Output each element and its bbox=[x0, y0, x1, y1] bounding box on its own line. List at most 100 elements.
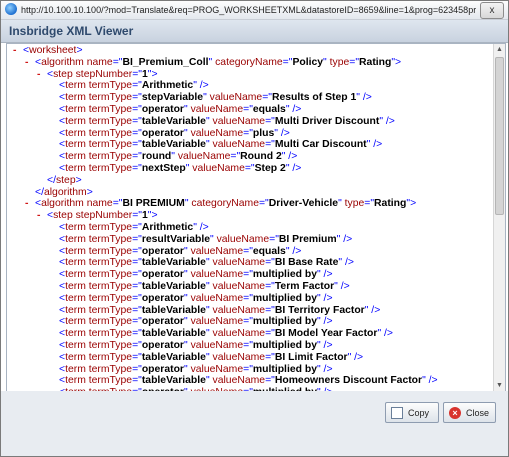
xml-token: round bbox=[141, 151, 172, 163]
xml-token: BI Limit Factor bbox=[274, 351, 348, 363]
xml-token: =" bbox=[132, 139, 142, 151]
xml-token: " /> bbox=[316, 339, 333, 351]
copy-button[interactable]: Copy bbox=[385, 402, 439, 423]
xml-token: Arithmetic bbox=[141, 80, 194, 92]
xml-line-text: <term termType="operator" valueName="mul… bbox=[59, 269, 333, 281]
xml-token: </ bbox=[35, 186, 44, 198]
xml-token: Term Factor bbox=[274, 280, 335, 292]
xml-token: =" bbox=[132, 210, 142, 222]
collapse-toggle[interactable]: - bbox=[25, 57, 28, 69]
xml-token: " /> bbox=[356, 92, 372, 104]
xml-token: =" bbox=[132, 280, 142, 292]
xml-token: step bbox=[55, 174, 76, 186]
xml-token: termType bbox=[88, 139, 133, 151]
xml-token: =" bbox=[265, 304, 275, 316]
xml-line-text: <term termType="tableVariable" valueName… bbox=[59, 257, 354, 269]
collapse-toggle[interactable]: - bbox=[37, 210, 40, 222]
xml-line: <term termType="operator" valueName="mul… bbox=[7, 293, 494, 305]
xml-token: =" bbox=[258, 198, 269, 210]
xml-token: =" bbox=[244, 162, 255, 174]
xml-token: term bbox=[65, 221, 89, 233]
xml-token: term bbox=[65, 280, 89, 292]
xml-token: valueName bbox=[212, 257, 266, 269]
xml-token: algorithm bbox=[41, 198, 87, 210]
xml-token: =" bbox=[132, 351, 142, 363]
xml-token: =" bbox=[132, 328, 142, 340]
xml-token: worksheet bbox=[29, 45, 77, 56]
xml-token: =" bbox=[282, 56, 293, 68]
xml-token: tableVariable bbox=[141, 328, 206, 340]
xml-token: =" bbox=[243, 103, 253, 115]
xml-token: > bbox=[86, 186, 93, 198]
xml-line-text: <term termType="stepVariable" valueName=… bbox=[59, 92, 372, 104]
xml-token: " bbox=[183, 363, 191, 375]
xml-line-text: <term termType="round" valueName="Round … bbox=[59, 151, 297, 163]
xml-token: > bbox=[76, 45, 83, 56]
xml-line-text: <term termType="tableVariable" valueName… bbox=[59, 305, 380, 317]
xml-content-pane[interactable]: - <worksheet> - <algorithm name="BI_Premium… bbox=[6, 43, 506, 392]
xml-token: termType bbox=[88, 269, 133, 281]
xml-line-text: <term termType="tableVariable" valueName… bbox=[59, 281, 350, 293]
xml-token: term bbox=[65, 115, 89, 127]
browser-popup-window: http://10.100.10.100/?mod=Translate&req=… bbox=[0, 0, 509, 457]
scroll-down-arrow-icon[interactable]: ▼ bbox=[494, 380, 505, 391]
xml-token: equals bbox=[252, 103, 286, 115]
scroll-up-arrow-icon[interactable]: ▲ bbox=[494, 44, 505, 55]
xml-line-text: <step stepNumber="1"> bbox=[47, 210, 158, 222]
xml-line-text: <worksheet> bbox=[23, 45, 83, 57]
xml-token: categoryName bbox=[215, 56, 283, 68]
xml-token: BI PREMIUM bbox=[122, 198, 185, 210]
vertical-scrollbar[interactable]: ▲ ▼ bbox=[493, 44, 505, 391]
xml-token: " bbox=[183, 316, 191, 328]
xml-token: tableVariable bbox=[141, 280, 206, 292]
xml-line: <term termType="resultVariable" valueNam… bbox=[7, 234, 494, 246]
xml-token: Multi Car Discount bbox=[274, 139, 367, 151]
xml-line: </step> bbox=[7, 175, 494, 187]
xml-line: <term termType="operator" valueName="mul… bbox=[7, 364, 494, 376]
xml-token: termType bbox=[88, 316, 133, 328]
xml-token: =" bbox=[265, 375, 275, 387]
collapse-toggle[interactable]: - bbox=[13, 45, 16, 57]
xml-token: " bbox=[205, 328, 213, 340]
xml-token: Multi Driver Discount bbox=[274, 115, 380, 127]
xml-line: <term termType="operator" valueName="mul… bbox=[7, 316, 494, 328]
collapse-toggle[interactable]: - bbox=[37, 69, 40, 81]
xml-token: =" bbox=[132, 269, 142, 281]
xml-token: nextStep bbox=[141, 162, 186, 174]
xml-token: operator bbox=[141, 127, 184, 139]
xml-token: termType bbox=[88, 339, 133, 351]
xml-token: valueName bbox=[212, 115, 266, 127]
close-button[interactable]: × Close bbox=[443, 402, 496, 423]
xml-line-text: </algorithm> bbox=[35, 187, 93, 199]
window-close-button[interactable]: x bbox=[480, 2, 504, 19]
xml-token: Arithmetic bbox=[141, 221, 194, 233]
xml-token: term bbox=[65, 127, 89, 139]
collapse-toggle[interactable]: - bbox=[25, 198, 28, 210]
xml-token: "> bbox=[147, 210, 158, 222]
xml-token: =" bbox=[364, 198, 375, 210]
xml-token: " bbox=[205, 351, 213, 363]
xml-token: valueName bbox=[212, 139, 266, 151]
xml-token: =" bbox=[230, 151, 241, 163]
xml-token: categoryName bbox=[191, 198, 259, 210]
window-url: http://10.100.10.100/?mod=Translate&req=… bbox=[21, 5, 476, 15]
xml-token: "> bbox=[147, 68, 158, 80]
xml-token: termType bbox=[88, 80, 133, 92]
xml-token: term bbox=[65, 233, 89, 245]
xml-token: term bbox=[65, 139, 89, 151]
xml-token: =" bbox=[132, 245, 142, 257]
xml-line: <term termType="tableVariable" valueName… bbox=[7, 281, 494, 293]
xml-line-text: </step> bbox=[47, 175, 82, 187]
scroll-thumb[interactable] bbox=[495, 57, 504, 215]
xml-token: valueName bbox=[190, 245, 244, 257]
xml-token: =" bbox=[132, 339, 142, 351]
xml-token: equals bbox=[252, 245, 286, 257]
xml-token: =" bbox=[132, 316, 142, 328]
xml-token: termType bbox=[88, 351, 133, 363]
xml-token: algorithm bbox=[43, 186, 87, 198]
copy-button-label: Copy bbox=[408, 408, 430, 418]
xml-token: tableVariable bbox=[141, 351, 206, 363]
xml-token: " bbox=[205, 115, 213, 127]
xml-token: termType bbox=[88, 375, 133, 387]
xml-token: " bbox=[205, 257, 213, 269]
